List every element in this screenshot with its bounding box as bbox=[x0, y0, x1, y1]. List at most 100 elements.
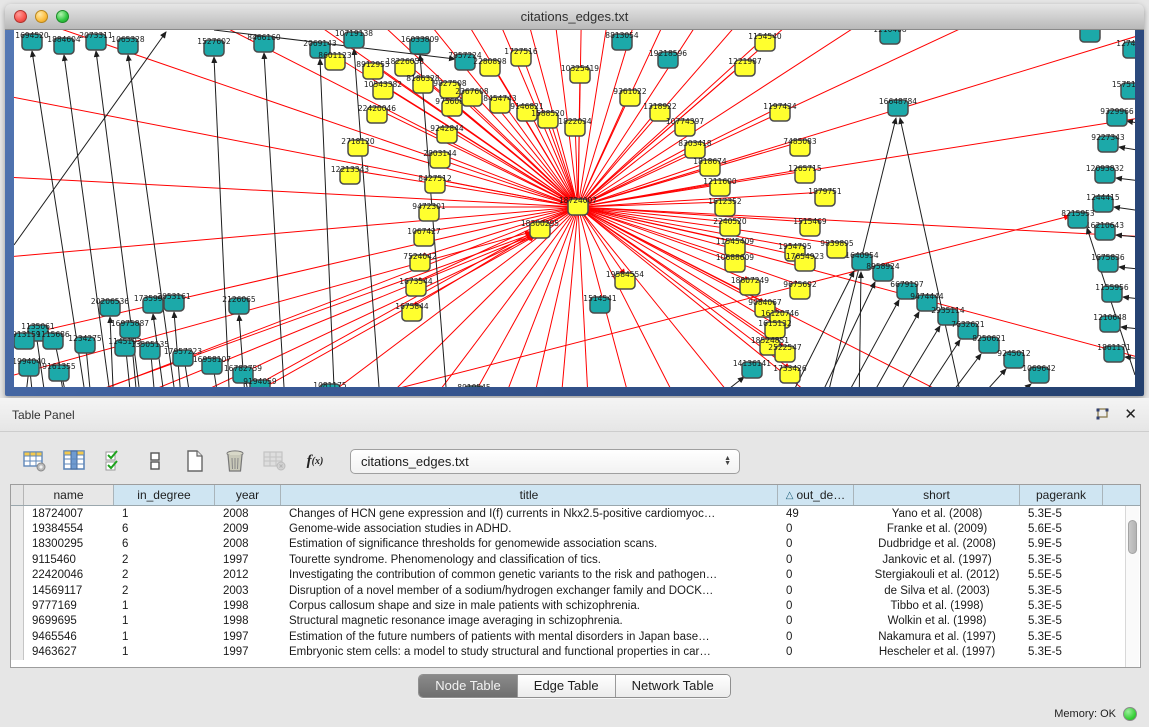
graph-node[interactable]: 8910545 bbox=[457, 383, 491, 387]
graph-node[interactable]: 10543382 bbox=[364, 80, 402, 99]
column-header-in_degree[interactable]: in_degree bbox=[114, 485, 215, 505]
graph-node[interactable]: 1675836 bbox=[1091, 253, 1125, 272]
graph-node[interactable]: 22420046 bbox=[358, 104, 396, 123]
graph-node[interactable]: 12093832 bbox=[1086, 164, 1124, 183]
close-panel-icon[interactable]: ✕ bbox=[1124, 407, 1137, 422]
graph-node[interactable]: 1527602 bbox=[197, 37, 231, 56]
graph-node[interactable]: 1155956 bbox=[1095, 283, 1129, 302]
table-scrollbar[interactable] bbox=[1125, 506, 1139, 667]
table-settings-icon[interactable] bbox=[22, 448, 48, 474]
graph-node[interactable]: 1612352 bbox=[708, 197, 742, 216]
row-height-icon[interactable] bbox=[142, 448, 168, 474]
table-row[interactable]: 1872400712008Changes of HCN gene express… bbox=[11, 506, 1140, 521]
window-titlebar[interactable]: citations_edges.txt bbox=[5, 4, 1144, 30]
close-window-button[interactable] bbox=[14, 10, 27, 23]
delete-attribute-icon[interactable] bbox=[222, 448, 248, 474]
svg-text:2053161: 2053161 bbox=[157, 292, 191, 301]
svg-text:1884604: 1884604 bbox=[47, 35, 81, 44]
column-header-out_de[interactable]: △out_de… bbox=[778, 485, 854, 505]
graph-node[interactable]: 19584554 bbox=[606, 270, 644, 289]
graph-node[interactable]: 19218596 bbox=[649, 49, 687, 68]
graph-node[interactable]: 9472301 bbox=[412, 202, 446, 221]
memory-status-icon[interactable] bbox=[1123, 707, 1137, 721]
column-header-name[interactable]: name bbox=[24, 485, 114, 505]
graph-node[interactable]: 8601123 bbox=[318, 51, 352, 70]
graph-node[interactable]: 14136141 bbox=[733, 359, 771, 378]
graph-node[interactable]: 18807249 bbox=[731, 276, 769, 295]
graph-node[interactable]: 16210643 bbox=[1086, 221, 1124, 240]
graph-node[interactable]: 8958924 bbox=[866, 262, 900, 281]
table-row[interactable]: 1938455462009Genome-wide association stu… bbox=[11, 521, 1140, 536]
graph-node[interactable]: 1673544 bbox=[399, 277, 433, 296]
table-row[interactable]: 1830029562008Estimation of significance … bbox=[11, 537, 1140, 552]
graph-node[interactable]: 2126065 bbox=[222, 295, 256, 314]
graph-node[interactable]: 1265715 bbox=[788, 164, 822, 183]
table-selector-dropdown[interactable]: citations_edges.txt ▲▼ bbox=[350, 449, 740, 474]
graph-node[interactable]: 16975887 bbox=[111, 319, 149, 338]
select-columns-icon[interactable] bbox=[62, 448, 88, 474]
table-row[interactable]: 946362711997Embryonic stem cells: a mode… bbox=[11, 645, 1140, 660]
svg-text:8912955: 8912955 bbox=[356, 60, 390, 69]
graph-node[interactable]: 8466160 bbox=[247, 33, 281, 52]
graph-node[interactable]: 1515469 bbox=[793, 217, 827, 236]
graph-node[interactable]: 9675692 bbox=[783, 280, 817, 299]
graph-node[interactable]: 1221987 bbox=[728, 57, 762, 76]
tab-edge-table[interactable]: Edge Table bbox=[518, 675, 616, 697]
graph-node[interactable]: 20206536 bbox=[91, 297, 129, 316]
column-header-pagerank[interactable]: pagerank bbox=[1020, 485, 1103, 505]
graph-node[interactable]: 8427512 bbox=[418, 174, 452, 193]
graph-node[interactable]: 1210648 bbox=[1093, 313, 1127, 332]
graph-node[interactable]: 1081175 bbox=[313, 381, 347, 387]
float-panel-icon[interactable] bbox=[1094, 408, 1110, 422]
select-rows-icon[interactable] bbox=[102, 448, 128, 474]
graph-node[interactable]: 9361022 bbox=[613, 87, 647, 106]
table-row[interactable]: 1456911722003Disruption of a novel membe… bbox=[11, 583, 1140, 598]
graph-node[interactable]: 15751074 bbox=[1112, 80, 1135, 99]
graph-node[interactable]: 7485083 bbox=[783, 137, 817, 156]
column-header-title[interactable]: title bbox=[281, 485, 778, 505]
graph-node[interactable]: 1069642 bbox=[1022, 364, 1056, 383]
function-builder-icon[interactable]: f(x) bbox=[302, 448, 328, 474]
graph-node[interactable]: 1884604 bbox=[47, 35, 81, 54]
graph-node[interactable]: 9161355 bbox=[42, 362, 76, 381]
graph-node[interactable]: 1727516 bbox=[504, 47, 538, 66]
graph-node[interactable]: 1234275 bbox=[68, 334, 102, 353]
graph-node[interactable]: 1065328 bbox=[111, 35, 145, 54]
graph-node[interactable]: 1274436 bbox=[1116, 39, 1135, 58]
graph-node[interactable]: 8912955 bbox=[356, 60, 390, 79]
column-header-year[interactable]: year bbox=[215, 485, 281, 505]
table-row[interactable]: 911546021997Tourette syndrome. Phenomeno… bbox=[11, 552, 1140, 567]
svg-text:16120746: 16120746 bbox=[761, 309, 799, 318]
graph-node[interactable]: 2073311 bbox=[79, 31, 113, 50]
graph-node[interactable]: 7524042 bbox=[403, 252, 437, 271]
graph-node[interactable]: 9194059 bbox=[243, 377, 277, 387]
svg-text:1733426: 1733426 bbox=[773, 364, 807, 373]
tab-network-table[interactable]: Network Table bbox=[616, 675, 730, 697]
table-row[interactable]: 977716911998Corpus callosum shape and si… bbox=[11, 598, 1140, 613]
scrollbar-thumb[interactable] bbox=[1128, 520, 1137, 554]
minimize-window-button[interactable] bbox=[35, 10, 48, 23]
tab-node-table[interactable]: Node Table bbox=[419, 675, 518, 697]
graph-node[interactable]: 1210408 bbox=[873, 30, 907, 44]
graph-node[interactable]: 1694520 bbox=[15, 31, 49, 50]
table-row[interactable]: 2242004622012Investigating the contribut… bbox=[11, 568, 1140, 583]
new-table-icon[interactable] bbox=[182, 448, 208, 474]
graph-node[interactable]: 1514541 bbox=[583, 294, 617, 313]
graph-node[interactable]: 8813054 bbox=[605, 31, 639, 50]
graph-node[interactable]: 1067427 bbox=[407, 227, 441, 246]
zoom-window-button[interactable] bbox=[56, 10, 69, 23]
network-canvas[interactable]: 1694520188460420733111065328 1527602 84661… bbox=[14, 30, 1135, 387]
table-row[interactable]: 946554611997Estimation of the future num… bbox=[11, 629, 1140, 644]
column-header-short[interactable]: short bbox=[854, 485, 1020, 505]
graph-node[interactable]: 10325419 bbox=[561, 64, 599, 83]
table-row[interactable]: 969969511998Structural magnetic resonanc… bbox=[11, 614, 1140, 629]
graph-node[interactable]: 9227343 bbox=[1091, 133, 1125, 152]
svg-text:1155956: 1155956 bbox=[1095, 283, 1129, 292]
graph-node[interactable]: 16033809 bbox=[401, 35, 439, 54]
graph-node[interactable]: 1861171 bbox=[1097, 343, 1131, 362]
graph-node[interactable]: 2280898 bbox=[473, 57, 507, 76]
graph-node[interactable]: 1822034 bbox=[558, 117, 592, 136]
graph-node[interactable]: 1993958 bbox=[1073, 30, 1107, 42]
graph-node[interactable]: 1879751 bbox=[808, 187, 842, 206]
graph-node[interactable]: 2718120 bbox=[341, 137, 375, 156]
